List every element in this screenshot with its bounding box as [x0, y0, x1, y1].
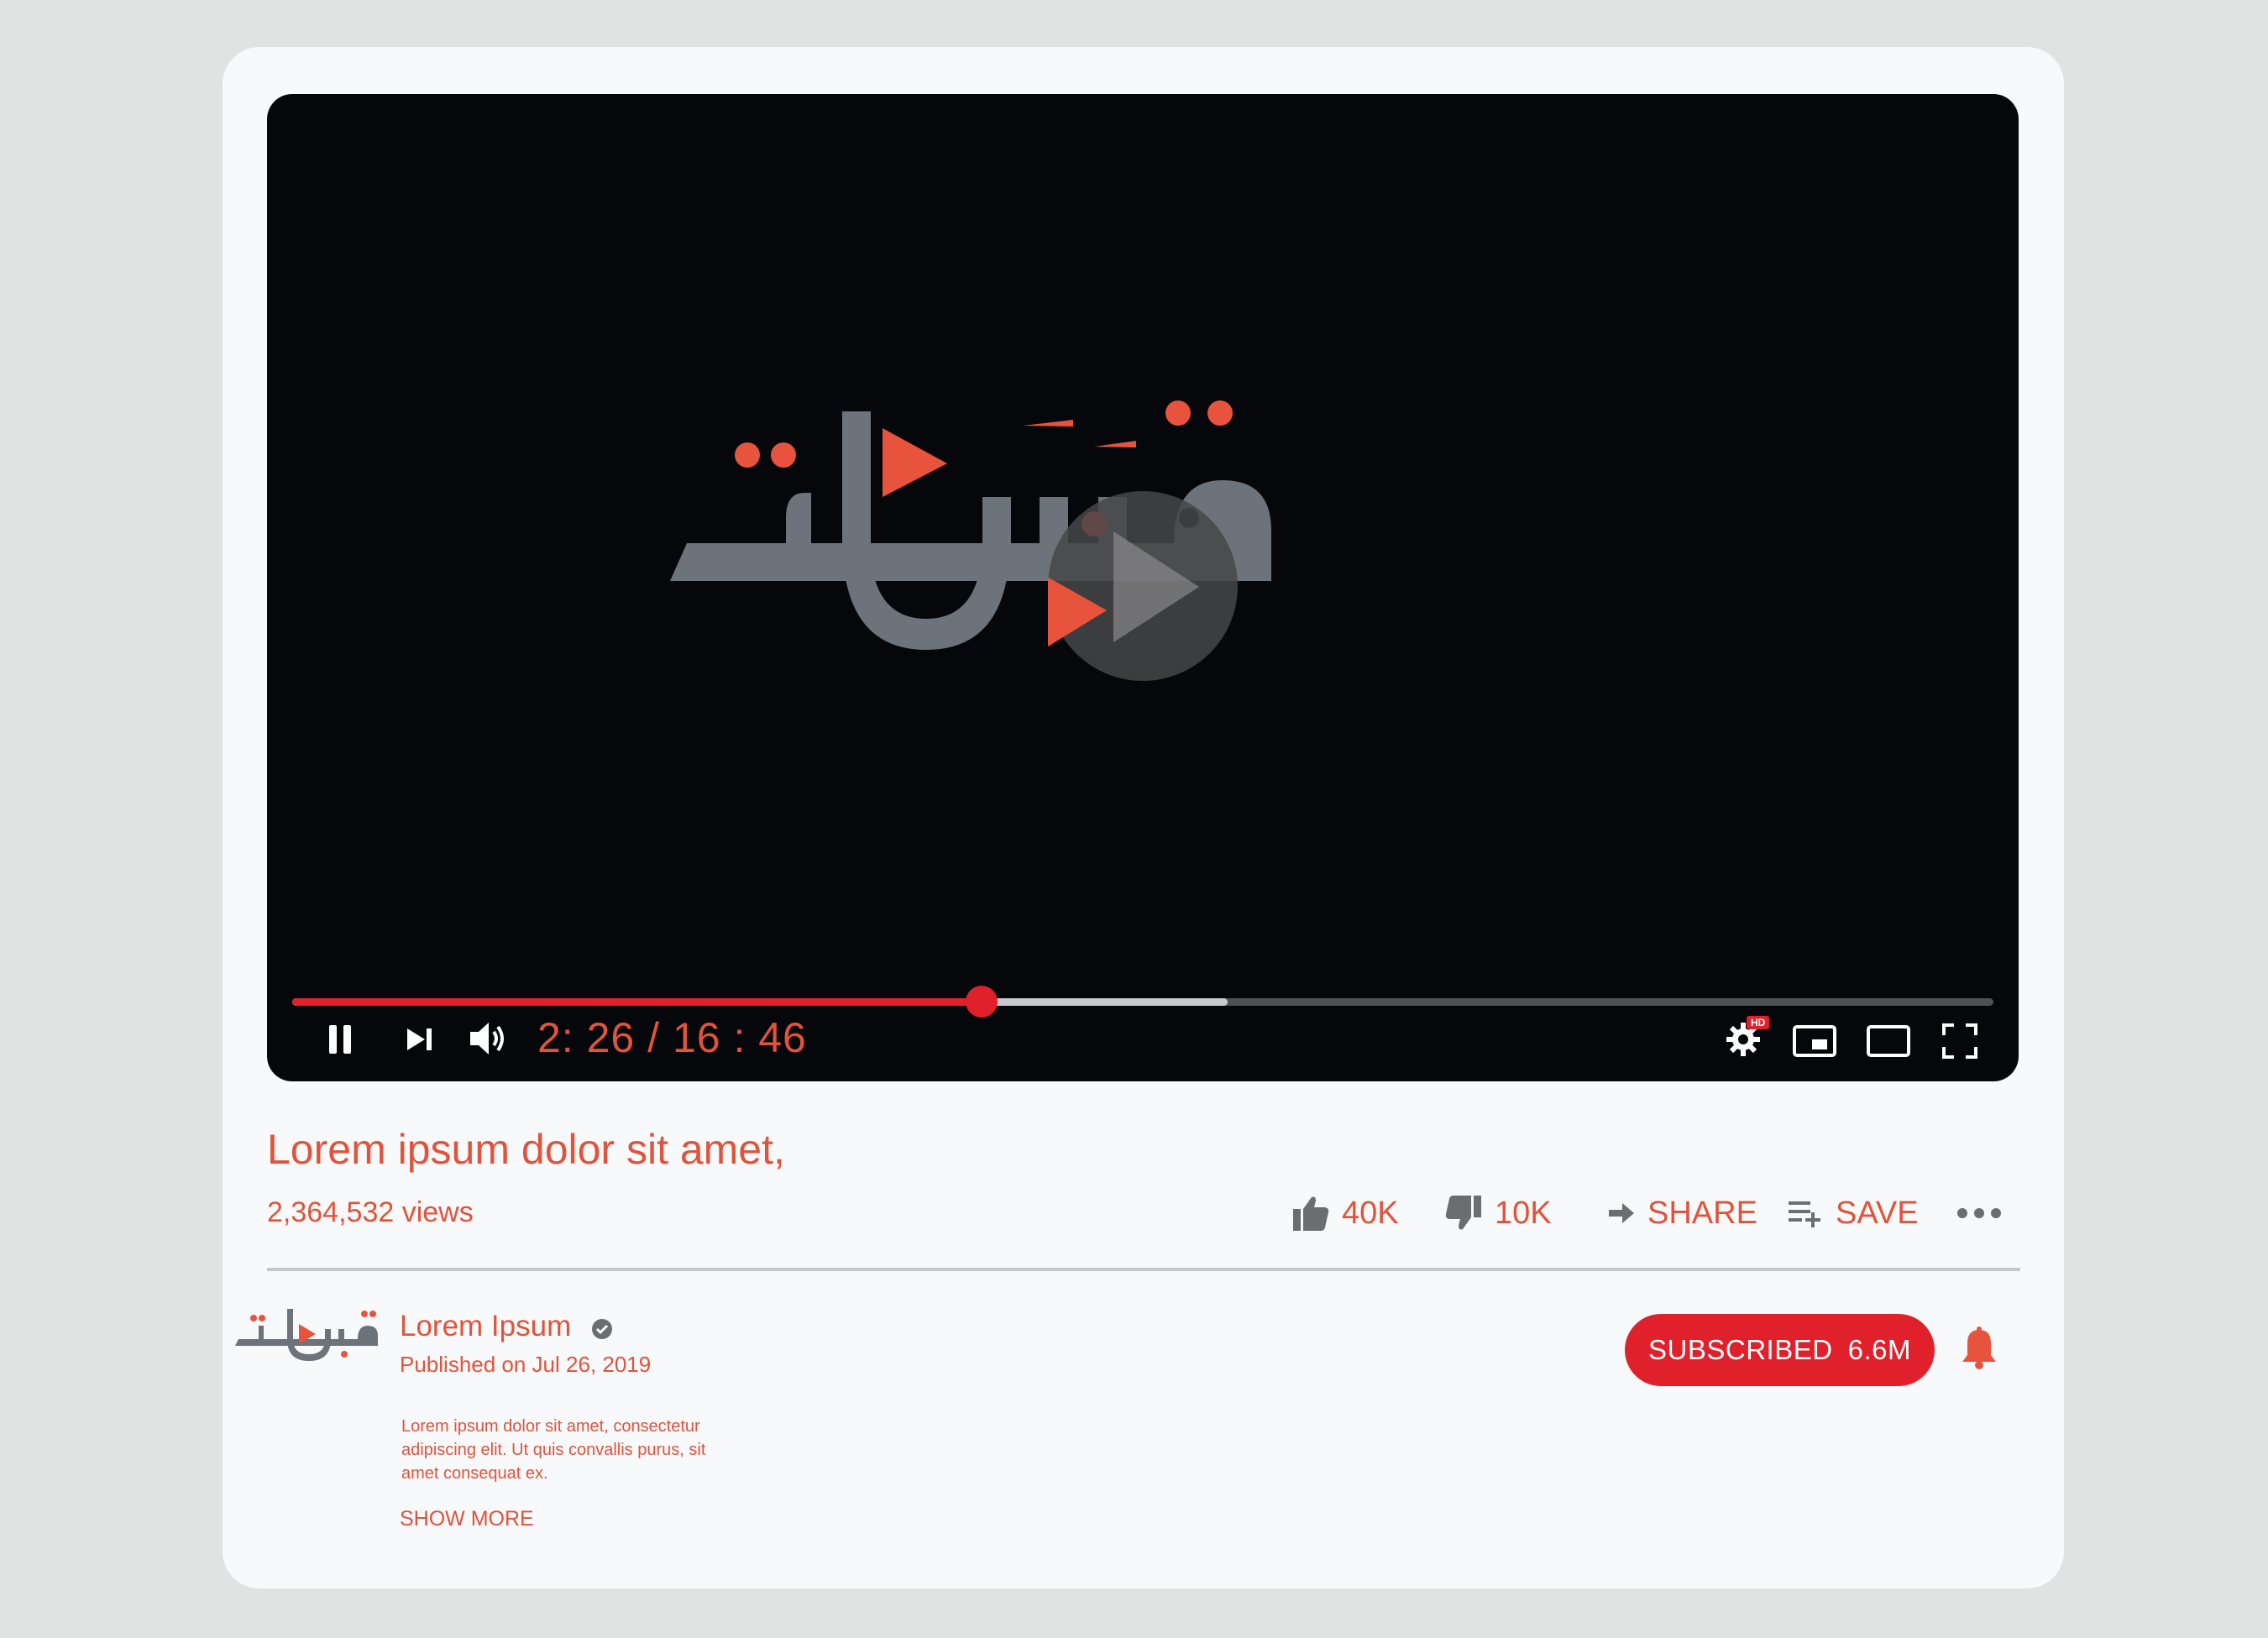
video-player[interactable]: 2: 26 / 16 : 46 HD [267, 94, 2019, 1081]
share-label: SHARE [1647, 1195, 1757, 1231]
video-title: Lorem ipsum dolor sit amet, [267, 1126, 785, 1173]
time-separator: / [647, 1014, 661, 1061]
fullscreen-icon[interactable] [1941, 1023, 1978, 1060]
thumbs-up-icon [1293, 1196, 1329, 1231]
volume-icon[interactable] [469, 1019, 509, 1058]
hd-badge: HD [1747, 1016, 1770, 1029]
theater-mode-icon[interactable] [1866, 1024, 1911, 1058]
channel-name[interactable]: Lorem Ipsum [400, 1310, 571, 1343]
view-count: 2,364,532 views [267, 1196, 474, 1228]
playlist-add-icon [1789, 1201, 1820, 1227]
like-button[interactable]: 40K [1291, 1192, 1399, 1234]
subscriber-count: 6.6M [1847, 1334, 1911, 1365]
show-more-link[interactable]: SHOW MORE [400, 1507, 534, 1531]
pause-icon[interactable] [324, 1022, 358, 1055]
save-label: SAVE [1836, 1195, 1919, 1231]
section-divider [267, 1268, 2020, 1271]
progress-scrubber[interactable] [965, 986, 998, 1018]
play-icon [1048, 531, 1199, 647]
video-description: Lorem ipsum dolor sit amet, consectetur … [401, 1417, 706, 1483]
channel-avatar[interactable] [235, 1306, 378, 1364]
next-icon[interactable] [405, 1024, 435, 1054]
save-button[interactable]: SAVE [1787, 1192, 1919, 1234]
subscribe-label: SUBSCRIBED [1648, 1334, 1833, 1365]
time-current: 2: 26 [537, 1014, 636, 1061]
share-button[interactable]: SHARE [1607, 1192, 1757, 1234]
more-options-icon[interactable] [1956, 1207, 2002, 1219]
time-total: 16 : 46 [672, 1014, 807, 1061]
dislike-count: 10K [1495, 1195, 1552, 1231]
dislike-button[interactable]: 10K [1444, 1192, 1552, 1234]
settings-button[interactable]: HD [1726, 1016, 1777, 1058]
time-display: 2: 26 / 16 : 46 [537, 1013, 807, 1062]
thumbs-down-icon [1445, 1196, 1481, 1230]
miniplayer-icon[interactable] [1792, 1024, 1837, 1058]
big-play-button[interactable] [1048, 491, 1238, 681]
notification-bell-icon[interactable] [1961, 1327, 1998, 1370]
publish-date: Published on Jul 26, 2019 [400, 1352, 652, 1377]
share-arrow-icon [1609, 1203, 1634, 1223]
subscribe-button[interactable]: SUBSCRIBED 6.6M [1625, 1314, 1935, 1386]
like-count: 40K [1342, 1195, 1399, 1231]
progress-bar[interactable] [292, 986, 1993, 1018]
verified-check-icon [592, 1319, 612, 1339]
progress-played [292, 998, 982, 1006]
